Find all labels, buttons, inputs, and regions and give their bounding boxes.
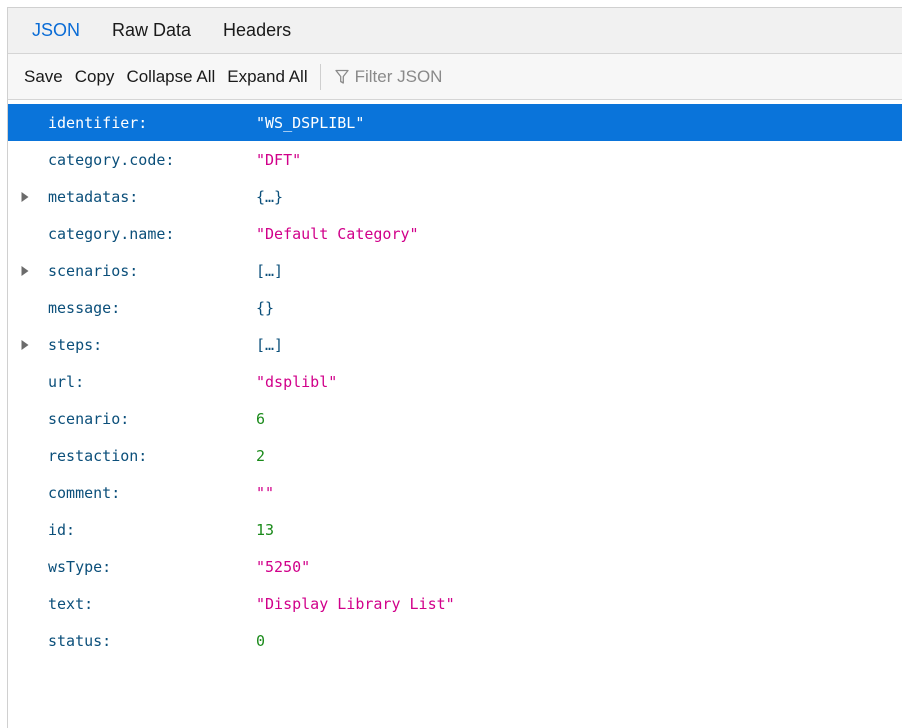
json-row[interactable]: steps: […] [8,326,902,363]
json-value: 6 [256,409,266,428]
tab-json[interactable]: JSON [16,8,96,53]
json-row[interactable]: scenarios: […] [8,252,902,289]
json-row[interactable]: message: {} [8,289,902,326]
json-row[interactable]: category.name: "Default Category" [8,215,902,252]
tab-raw-data[interactable]: Raw Data [96,8,207,53]
expand-arrow-icon[interactable] [20,191,30,203]
json-value: 0 [256,631,266,650]
save-button[interactable]: Save [18,67,69,87]
json-key: message: [48,298,121,317]
json-value: "Display Library List" [256,594,455,613]
json-key: steps: [48,335,103,354]
json-key: id: [48,520,76,539]
json-value: […] [256,335,284,354]
json-value: "DFT" [256,150,302,169]
json-value: "dsplibl" [256,372,338,391]
json-tree: identifier: "WS_DSPLIBL" category.code: "DF… [8,100,902,659]
toolbar-divider [319,63,321,90]
json-value: "5250" [256,557,311,576]
json-row[interactable]: comment: "" [8,474,902,511]
json-key: category.name: [48,224,175,243]
json-key: identifier: [48,113,148,132]
json-key: category.code: [48,150,175,169]
expand-arrow-icon[interactable] [20,265,30,277]
json-row[interactable]: id: 13 [8,511,902,548]
json-row[interactable]: wsType: "5250" [8,548,902,585]
copy-button[interactable]: Copy [69,67,121,87]
json-value: "WS_DSPLIBL" [256,113,365,132]
json-value: 2 [256,446,266,465]
json-viewer: JSON Raw Data Headers Save Copy Collapse… [7,7,902,728]
json-value: "" [256,483,275,502]
json-key: url: [48,372,85,391]
expand-arrow-icon[interactable] [20,339,30,351]
json-value: {} [256,298,275,317]
json-row[interactable]: status: 0 [8,622,902,659]
json-value: 13 [256,520,275,539]
json-key: comment: [48,483,121,502]
json-key: scenario: [48,409,130,428]
expand-all-button[interactable]: Expand All [221,67,313,87]
json-row[interactable]: category.code: "DFT" [8,141,902,178]
json-key: scenarios: [48,261,139,280]
json-value: […] [256,261,284,280]
json-row[interactable]: identifier: "WS_DSPLIBL" [8,104,902,141]
json-key: status: [48,631,112,650]
json-row[interactable]: restaction: 2 [8,437,902,474]
tab-bar: JSON Raw Data Headers [8,8,902,54]
json-row[interactable]: metadatas: {…} [8,178,902,215]
json-row[interactable]: scenario: 6 [8,400,902,437]
json-value: {…} [256,187,284,206]
json-row[interactable]: url: "dsplibl" [8,363,902,400]
json-key: metadatas: [48,187,139,206]
json-key: restaction: [48,446,148,465]
collapse-all-button[interactable]: Collapse All [120,67,221,87]
tab-headers[interactable]: Headers [207,8,307,53]
json-key: text: [48,594,94,613]
json-key: wsType: [48,557,112,576]
funnel-icon [334,69,349,84]
json-value: "Default Category" [256,224,419,243]
toolbar: Save Copy Collapse All Expand All Filter… [8,54,902,100]
filter-placeholder: Filter JSON [354,66,443,86]
json-row[interactable]: text: "Display Library List" [8,585,902,622]
filter-json-input[interactable]: Filter JSON [329,67,449,87]
